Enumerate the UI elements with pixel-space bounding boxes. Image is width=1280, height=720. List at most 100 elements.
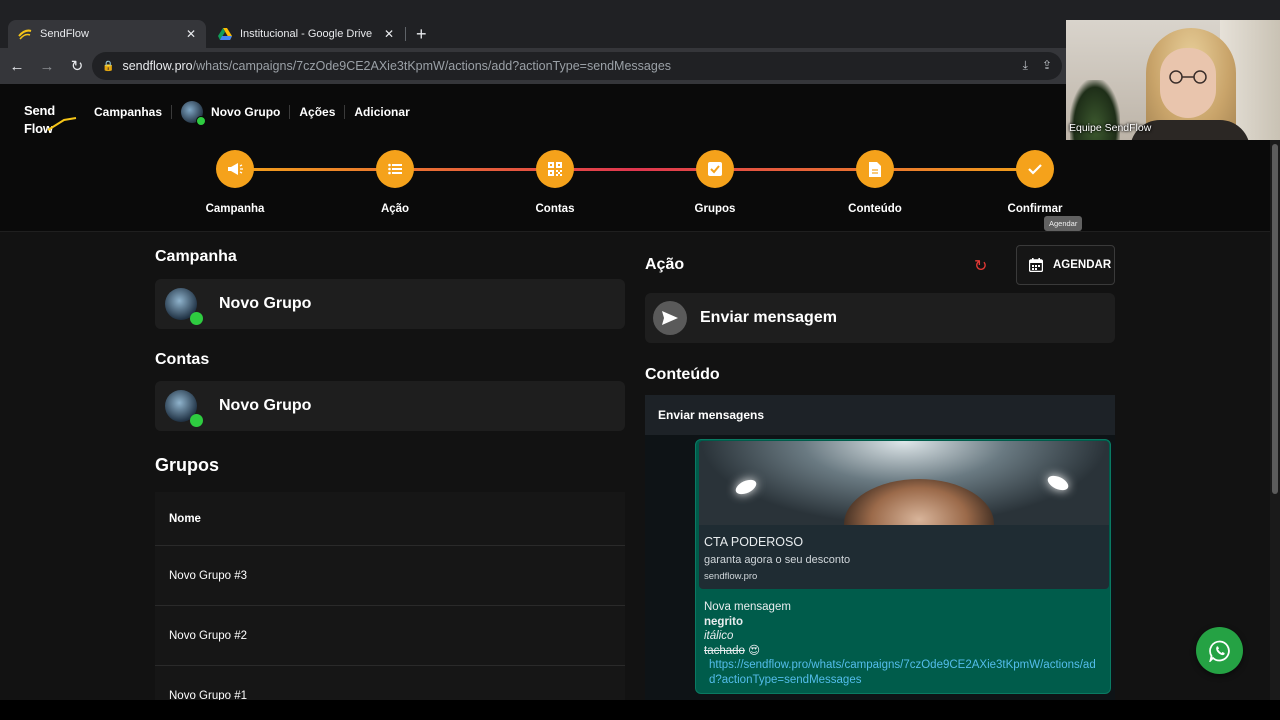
preview-description: garanta agora o seu desconto bbox=[704, 554, 851, 566]
step-label: Campanha bbox=[205, 203, 265, 215]
group-name: Novo Grupo #2 bbox=[169, 629, 247, 642]
tab-sendflow[interactable]: SendFlow ✕ bbox=[8, 20, 206, 48]
preview-image bbox=[699, 441, 1109, 525]
step-label: Contas bbox=[535, 203, 575, 215]
step-label: Ação bbox=[380, 203, 410, 215]
check-icon bbox=[1016, 150, 1054, 188]
online-status-icon bbox=[196, 116, 207, 126]
grupos-title: Grupos bbox=[155, 455, 220, 475]
tab-title: Institucional - Google Drive bbox=[240, 28, 373, 40]
checkbox-icon bbox=[696, 150, 734, 188]
step-label: Confirmar bbox=[1007, 203, 1063, 215]
breadcrumb-campanhas[interactable]: Campanhas bbox=[94, 105, 162, 119]
table-row[interactable]: Novo Grupo #2 bbox=[155, 606, 625, 666]
conteudo-title: Conteúdo bbox=[645, 366, 720, 383]
send-icon bbox=[653, 301, 687, 335]
google-drive-icon bbox=[218, 27, 232, 41]
action-card: Enviar mensagem bbox=[645, 293, 1115, 343]
link-preview[interactable]: CTA PODEROSO garanta agora o seu descont… bbox=[699, 441, 1109, 589]
action-name: Enviar mensagem bbox=[700, 309, 837, 326]
url-path: /whats/campaigns/7czOde9CE2AXie3tKpmW/ac… bbox=[192, 59, 672, 73]
campanha-name: Novo Grupo bbox=[219, 295, 312, 312]
step-conteudo[interactable]: Conteúdo bbox=[815, 150, 935, 215]
breadcrumb-divider bbox=[289, 105, 291, 119]
sendflow-favicon-icon bbox=[18, 27, 32, 41]
sendflow-logo[interactable]: Send Flow bbox=[24, 102, 84, 136]
webcam-name: Equipe SendFlow bbox=[1069, 122, 1152, 134]
address-bar[interactable]: 🔒 sendflow.pro/whats/campaigns/7czOde9CE… bbox=[92, 52, 1062, 80]
table-row[interactable]: Novo Grupo #1 bbox=[155, 666, 625, 701]
campaign-avatar bbox=[165, 288, 203, 325]
step-contas[interactable]: Contas bbox=[495, 150, 615, 215]
breadcrumb-adicionar: Adicionar bbox=[354, 105, 410, 119]
scrollbar-thumb[interactable] bbox=[1272, 144, 1278, 494]
megaphone-icon bbox=[216, 150, 254, 188]
refresh-icon[interactable]: ↻ bbox=[974, 256, 987, 276]
sendflow-app: Send Flow Campanhas Novo Grupo Ações Adi… bbox=[0, 84, 1280, 700]
stepper: Campanha Ação Contas Grupos Conteúdo Con… bbox=[0, 150, 1270, 220]
contas-card: Novo Grupo bbox=[155, 381, 625, 431]
campanha-title: Campanha bbox=[155, 248, 237, 265]
step-acao[interactable]: Ação bbox=[335, 150, 455, 215]
contas-title: Contas bbox=[155, 351, 210, 368]
logo-swoosh-icon bbox=[47, 117, 77, 131]
tab-title: SendFlow bbox=[40, 28, 89, 40]
install-app-icon[interactable]: ⤓ bbox=[1023, 58, 1028, 73]
whatsapp-support-button[interactable] bbox=[1196, 627, 1243, 674]
step-campanha[interactable]: Campanha bbox=[175, 150, 295, 215]
message-link[interactable]: https://sendflow.pro/whats/campaigns/7cz… bbox=[709, 659, 1096, 686]
webcam-overlay: Equipe SendFlow bbox=[1066, 20, 1280, 140]
acao-title: Ação bbox=[645, 256, 685, 273]
back-icon[interactable]: ← bbox=[4, 58, 30, 75]
content-header: Enviar mensagens bbox=[645, 395, 1115, 435]
breadcrumb-acoes[interactable]: Ações bbox=[299, 105, 335, 119]
close-tab-icon[interactable]: ✕ bbox=[384, 27, 394, 41]
online-status-icon bbox=[190, 414, 203, 427]
message-line: Nova mensagem bbox=[704, 601, 791, 613]
online-status-icon bbox=[190, 312, 203, 325]
reload-icon[interactable]: ↻ bbox=[64, 57, 90, 75]
agendar-button[interactable]: AGENDAR bbox=[1016, 245, 1115, 285]
step-grupos[interactable]: Grupos bbox=[655, 150, 775, 215]
group-name: Novo Grupo #1 bbox=[169, 689, 247, 701]
preview-title: CTA PODEROSO bbox=[704, 535, 804, 549]
glasses-icon bbox=[1169, 70, 1207, 84]
heart-eyes-emoji-icon: 😍 bbox=[748, 644, 761, 657]
message-strike: tachado bbox=[704, 644, 745, 657]
document-icon bbox=[856, 150, 894, 188]
group-name: Novo Grupo #3 bbox=[169, 569, 247, 582]
whatsapp-icon bbox=[1208, 640, 1230, 662]
message-text: Nova mensagem negrito itálico tachado 😍 … bbox=[704, 600, 1104, 688]
qr-code-icon bbox=[536, 150, 574, 188]
close-tab-icon[interactable]: ✕ bbox=[186, 27, 196, 41]
new-tab-button[interactable]: + bbox=[416, 24, 427, 45]
table-row[interactable]: Novo Grupo #3 bbox=[155, 546, 625, 606]
preview-site: sendflow.pro bbox=[704, 571, 758, 582]
agendar-label: AGENDAR bbox=[1053, 259, 1112, 271]
breadcrumb: Campanhas Novo Grupo Ações Adicionar bbox=[94, 101, 410, 126]
list-icon bbox=[376, 150, 414, 188]
message-italic: itálico bbox=[704, 630, 734, 643]
share-icon[interactable]: ⇪ bbox=[1042, 58, 1052, 73]
forward-icon[interactable]: → bbox=[34, 58, 60, 75]
agendar-tooltip: Agendar bbox=[1044, 216, 1083, 231]
breadcrumb-divider bbox=[344, 105, 346, 119]
grupos-table: Nome Novo Grupo #3 Novo Grupo #2 Novo Gr… bbox=[155, 492, 625, 700]
conta-name: Novo Grupo bbox=[219, 397, 312, 414]
campaign-avatar bbox=[181, 101, 207, 126]
bottom-bar bbox=[0, 700, 1280, 720]
step-label: Grupos bbox=[694, 203, 736, 215]
breadcrumb-divider bbox=[171, 105, 173, 119]
account-avatar bbox=[165, 390, 203, 427]
breadcrumb-campaign[interactable]: Novo Grupo bbox=[211, 105, 280, 119]
tab-google-drive[interactable]: Institucional - Google Drive ✕ bbox=[208, 20, 404, 48]
calendar-icon bbox=[1029, 258, 1043, 272]
campanha-card: Novo Grupo bbox=[155, 279, 625, 329]
step-confirmar[interactable]: Confirmar bbox=[975, 150, 1095, 215]
step-label: Conteúdo bbox=[848, 203, 902, 215]
column-nome[interactable]: Nome bbox=[169, 513, 201, 525]
lock-icon: 🔒 bbox=[102, 60, 115, 72]
tab-separator bbox=[405, 27, 406, 41]
url-host: sendflow.pro bbox=[122, 59, 193, 73]
message-bold: negrito bbox=[704, 615, 743, 628]
